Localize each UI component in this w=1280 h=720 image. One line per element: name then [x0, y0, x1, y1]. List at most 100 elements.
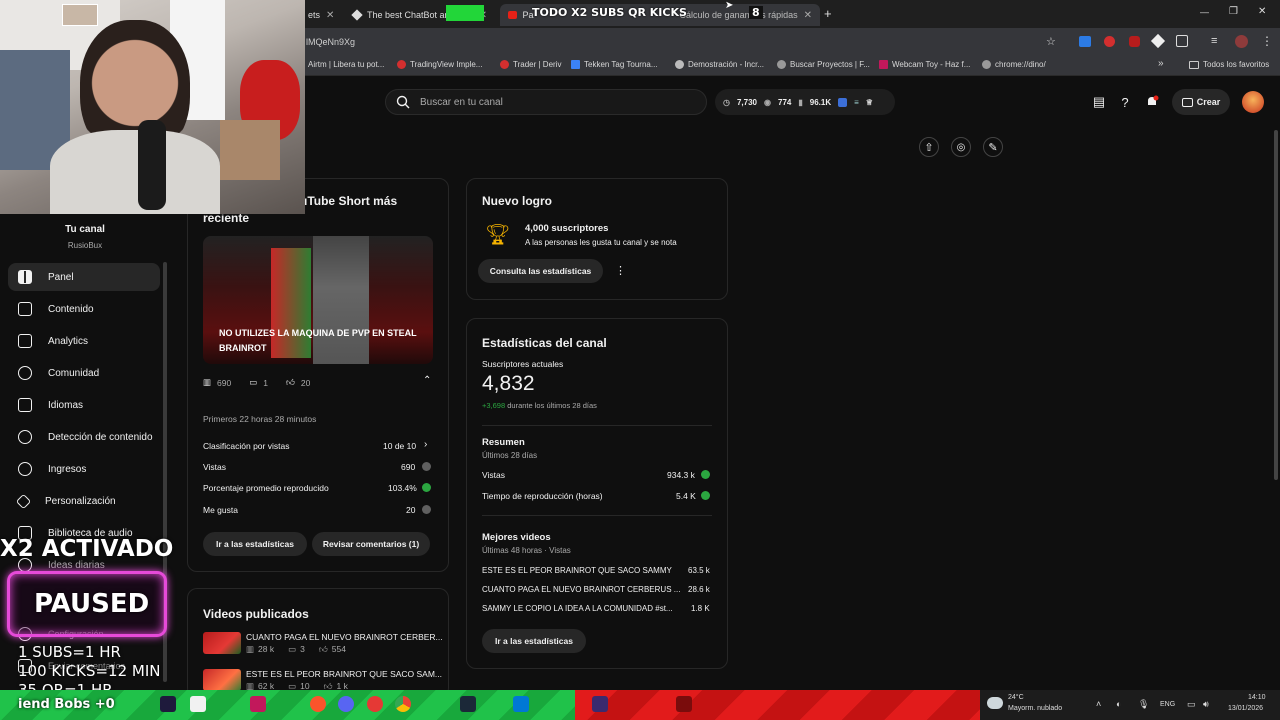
- opera-icon[interactable]: [367, 696, 383, 712]
- top-video-title[interactable]: CUANTO PAGA EL NUEVO BRAINROT CERBERUS .…: [482, 585, 680, 594]
- published-videos-card: Videos publicados CUANTO PAGA EL NUEVO B…: [187, 588, 449, 698]
- short-period: Primeros 22 horas 28 minutos: [203, 414, 317, 424]
- chevron-right-icon[interactable]: ›: [424, 439, 427, 450]
- create-button[interactable]: Crear: [1172, 89, 1230, 115]
- microphone-icon[interactable]: 🎙︎: [1138, 699, 1149, 710]
- clock-icon: ◷: [723, 97, 730, 107]
- edit-icon[interactable]: ✎: [983, 137, 1003, 157]
- account-avatar[interactable]: [1242, 91, 1264, 113]
- webcam-microphone-image: [138, 120, 166, 210]
- search-placeholder: Buscar en tu canal: [420, 96, 503, 108]
- bookmark-item[interactable]: chrome://dino/: [982, 60, 1046, 69]
- video-title[interactable]: CUANTO PAGA EL NUEVO BRAINROT CERBER...: [246, 632, 443, 642]
- extension-icon[interactable]: [1104, 36, 1115, 47]
- video-metrics: ▥ 28 k ▭ 3 👍︎ 554: [246, 644, 346, 655]
- short-thumbnail[interactable]: NO UTILIZES LA MAQUINA DE PVP EN STEAL B…: [203, 236, 433, 364]
- tray-chevron-icon[interactable]: ˄: [1096, 699, 1101, 709]
- close-icon[interactable]: ✕: [326, 10, 334, 21]
- clock-time[interactable]: 14:10: [1248, 694, 1266, 701]
- bar-chart-icon: ▥: [246, 644, 255, 654]
- sidebar-item-content[interactable]: Contenido: [8, 295, 160, 323]
- app-icon[interactable]: [676, 696, 692, 712]
- go-to-analytics-button[interactable]: Ir a las estadísticas: [203, 532, 307, 556]
- url-text[interactable]: lMQeNn9Xg: [306, 37, 355, 47]
- minimize-button[interactable]: —: [1200, 7, 1209, 17]
- search-box[interactable]: Buscar en tu canal: [385, 89, 707, 115]
- thumbs-up-icon: 👍︎: [285, 377, 295, 387]
- comments-icon[interactable]: ▤: [1090, 93, 1108, 111]
- extension-icon[interactable]: [1150, 33, 1166, 49]
- create-label: Crear: [1196, 97, 1221, 107]
- sidebar-item-panel[interactable]: Panel: [8, 263, 160, 291]
- star-icon[interactable]: ☆: [1046, 35, 1056, 48]
- view-stats-button[interactable]: Consulta las estadísticas: [478, 259, 603, 283]
- app-icon[interactable]: [592, 696, 608, 712]
- extension-icon[interactable]: [1079, 36, 1091, 47]
- new-tab-button[interactable]: +: [824, 6, 832, 21]
- media-icon[interactable]: ≡: [1211, 35, 1217, 47]
- sidebar-item-label: Idiomas: [48, 399, 84, 411]
- mouse-cursor-icon: ➤: [725, 0, 734, 11]
- page-scrollbar[interactable]: [1274, 130, 1278, 480]
- app-tray-icon[interactable]: ◐: [1116, 699, 1121, 709]
- premiere-icon[interactable]: [160, 696, 176, 712]
- sidebar-item-community[interactable]: Comunidad: [8, 359, 160, 387]
- clock-date[interactable]: 13/01/2026: [1228, 705, 1263, 712]
- steam-icon[interactable]: [460, 696, 476, 712]
- overlay-rule-2: 100 KICKS=12 MIN: [18, 662, 161, 680]
- webcam-overlay: [0, 0, 305, 214]
- go-to-analytics-button[interactable]: Ir a las estadísticas: [482, 629, 586, 653]
- video-title[interactable]: ESTE ES EL PEOR BRAINROT QUE SACO SAM...: [246, 669, 442, 679]
- app-icon[interactable]: [250, 696, 266, 712]
- bookmark-item[interactable]: Tekken Tag Tourna...: [571, 60, 658, 69]
- menu-icon[interactable]: ⋮: [1261, 34, 1273, 48]
- brave-icon[interactable]: [310, 696, 326, 712]
- help-icon[interactable]: ?: [1116, 93, 1134, 111]
- review-comments-button[interactable]: Revisar comentarios (1): [312, 532, 430, 556]
- sidebar-item-languages[interactable]: Idiomas: [8, 391, 160, 419]
- card-title: Estadísticas del canal: [482, 336, 607, 350]
- weather-temp: 24°C: [1008, 694, 1024, 701]
- bookmark-label: Tekken Tag Tourna...: [584, 60, 658, 69]
- tab-0[interactable]: ets ✕: [300, 4, 342, 26]
- collapse-icon[interactable]: ⌃: [423, 375, 431, 386]
- volume-icon[interactable]: 🔊︎: [1203, 699, 1209, 710]
- bookmark-item[interactable]: Airtm | Libera tu pot...: [308, 60, 384, 69]
- chrome-icon[interactable]: [395, 696, 411, 712]
- subs-delta-row: +3,698 durante los últimos 28 días: [482, 401, 597, 410]
- language-indicator[interactable]: ENG: [1160, 701, 1175, 708]
- header-stats-pill[interactable]: ◷ 7,730 ◉ 774 ▮ 96.1K ≡ ♕: [715, 89, 895, 115]
- sidebar-item-content-detection[interactable]: Detección de contenido: [8, 423, 160, 451]
- all-bookmarks-button[interactable]: Todos los favoritos: [1189, 60, 1269, 69]
- maximize-button[interactable]: ❐: [1229, 6, 1238, 17]
- app-icon[interactable]: [513, 696, 529, 712]
- close-icon[interactable]: ✕: [804, 10, 812, 21]
- sidebar-item-customization[interactable]: Personalización: [8, 487, 160, 515]
- achievement-desc: A las personas les gusta tu canal y se n…: [525, 238, 677, 247]
- bookmark-item[interactable]: Webcam Toy - Haz f...: [879, 60, 970, 69]
- bookmarks-more-button[interactable]: »: [1158, 58, 1164, 69]
- bookmark-item[interactable]: Demostración - Incr...: [675, 60, 764, 69]
- neutral-status-icon: [422, 505, 431, 516]
- thumbs-up-icon: 👍︎: [318, 644, 328, 654]
- window-close-button[interactable]: ✕: [1258, 6, 1266, 17]
- sidebar-item-analytics[interactable]: Analytics: [8, 327, 160, 355]
- notifications-icon[interactable]: [1143, 93, 1161, 111]
- top-video-title[interactable]: SAMMY LE COPIO LA IDEA A LA COMUNIDAD #s…: [482, 604, 673, 613]
- sidebar-item-earn[interactable]: Ingresos: [8, 455, 160, 483]
- video-thumbnail[interactable]: [203, 632, 241, 654]
- upload-icon[interactable]: ⇧: [919, 137, 939, 157]
- profile-avatar[interactable]: [1235, 35, 1248, 48]
- bookmark-item[interactable]: Buscar Proyectos | F...: [777, 60, 870, 69]
- top-video-title[interactable]: ESTE ES EL PEOR BRAINROT QUE SACO SAMMY: [482, 566, 672, 575]
- extension-icon[interactable]: [1129, 36, 1140, 47]
- puzzle-icon[interactable]: [1176, 35, 1188, 47]
- discord-icon[interactable]: [338, 696, 354, 712]
- bookmark-item[interactable]: Trader | Deriv: [500, 60, 561, 69]
- video-thumbnail[interactable]: [203, 669, 241, 691]
- more-options-icon[interactable]: ⋮: [615, 264, 626, 277]
- live-icon[interactable]: ◎: [951, 137, 971, 157]
- bookmark-item[interactable]: TradingView Imple...: [397, 60, 482, 69]
- network-icon[interactable]: ▭: [1187, 699, 1196, 710]
- app-icon[interactable]: [190, 696, 206, 712]
